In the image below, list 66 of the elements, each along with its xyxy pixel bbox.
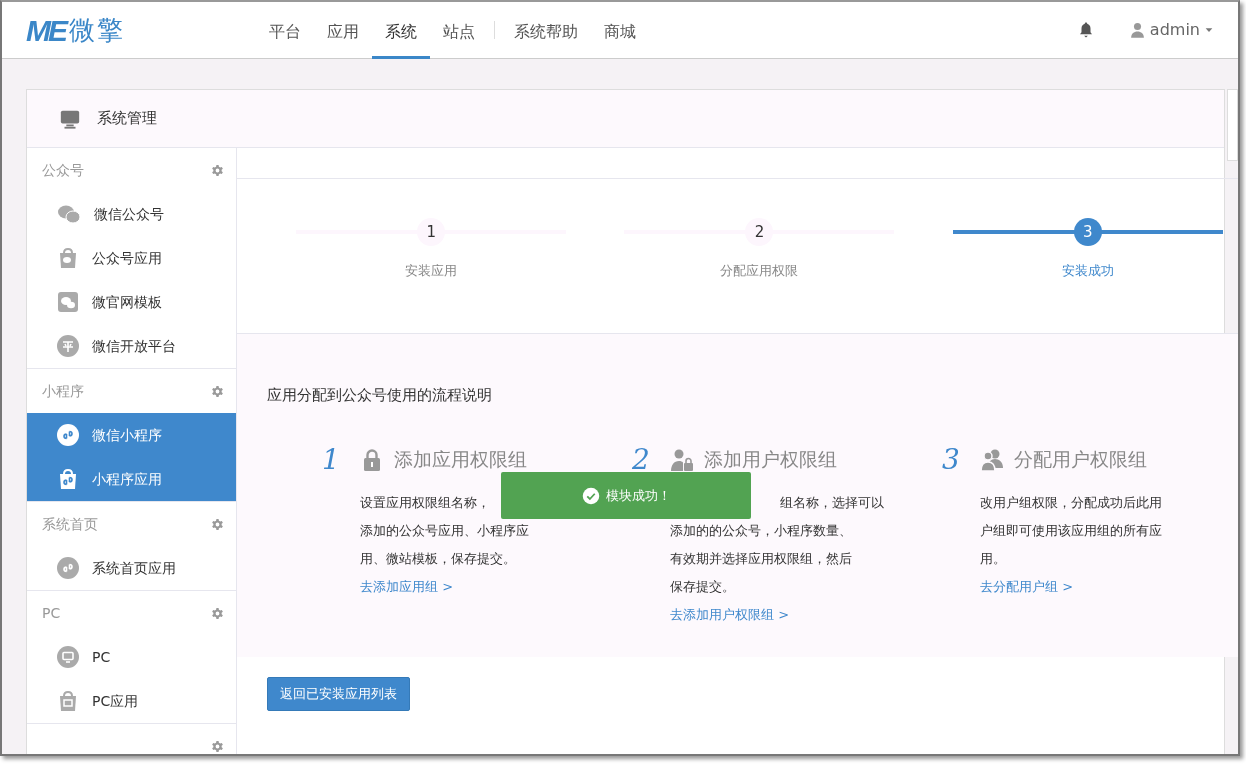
step-label: 安装应用 [405,262,458,280]
nav-tab[interactable]: 系统 [372,2,430,59]
sidebar-item[interactable]: 小程序应用 [27,457,236,501]
nav-tab[interactable]: 平台 [256,2,314,59]
description-line: 添加的公众号应用、小程序应 [360,522,529,538]
step-label: 分配应用权限 [720,262,799,280]
sidebar-item[interactable]: 公众号应用 [27,236,236,280]
link[interactable]: 去添加应用组 > [360,572,454,601]
link-circle-icon [56,556,80,580]
settings-icon [211,163,224,177]
sidebar-item[interactable]: PC [27,635,236,679]
settings-icon [211,606,224,620]
user-icon [1128,21,1146,39]
caret-icon [1204,25,1214,35]
user-lock-icon [670,447,694,472]
sidebar-item[interactable]: 微信开放平台 [27,324,236,368]
back-button[interactable]: 返回已安装应用列表 [267,677,410,711]
description-line: 设置应用权限组名称， [360,494,490,510]
settings-icon [211,517,224,531]
description-line: 添加的的公众号，小程序数量、 [670,522,852,538]
step-number: 1 [322,441,341,478]
group-title: 小程序 [42,381,84,401]
step-label: 安装成功 [1061,262,1114,280]
link[interactable]: 去分配用户组 > [980,572,1074,601]
sidebar-item[interactable]: 微信小程序 [27,413,236,457]
logo-text: 微擎 [69,13,125,47]
step-number: 2 [745,218,774,246]
link[interactable]: 去添加用户权限组 > [670,600,790,629]
description-line: 有效期并选择应用权限组，然后 [670,550,852,566]
side-panel [1227,89,1238,161]
step-number: 3 [1073,218,1102,246]
step-number: 1 [417,218,446,246]
step-heading: 添加应用权限组 [394,447,527,473]
user-menu[interactable]: admin [1128,18,1214,42]
step-number: 2 [632,441,651,478]
description-line: 用。 [980,550,1006,566]
step-number: 3 [942,441,961,478]
toast-message: 模块成功！ [605,486,671,505]
description-line: 户组即可使用该应用组的所有应 [980,522,1162,538]
nav-tab[interactable]: 站点 [430,2,488,59]
nav-tab[interactable]: 应用 [314,2,372,59]
description-line: 组名称，选择可以 [780,494,884,510]
logo: ME [26,12,65,49]
group-title: 系统首页 [42,514,98,534]
description-line: 保存提交。 [670,578,735,594]
description-line: 用、微站模板，保存提交。 [360,550,516,566]
group-title: 公众号 [42,160,84,180]
step-heading: 分配用户权限组 [1014,447,1147,473]
link-circle-icon [56,423,80,447]
section-title: 应用分配到公众号使用的流程说明 [267,385,493,406]
sidebar-item[interactable]: 微信公众号 [27,192,236,236]
sidebar-item[interactable]: PC应用 [27,679,236,723]
monitor-icon [56,645,80,669]
nav-tab[interactable]: 商城 [591,2,649,59]
sidebar-item[interactable]: 微官网模板 [27,280,236,324]
step-heading: 添加用户权限组 [704,447,837,473]
panel-title: 系统管理 [97,108,157,130]
check-icon [581,486,600,505]
group-title: PC [42,603,61,623]
settings-icon [211,384,224,398]
settings-icon [211,739,224,753]
nav-tab[interactable]: 系统帮助 [501,2,591,59]
chat-square-icon [56,290,80,314]
sidebar-item[interactable]: 系统首页应用 [27,546,236,590]
description-line: 改用户组权限，分配成功后此用 [980,494,1162,510]
users-icon [980,447,1004,472]
